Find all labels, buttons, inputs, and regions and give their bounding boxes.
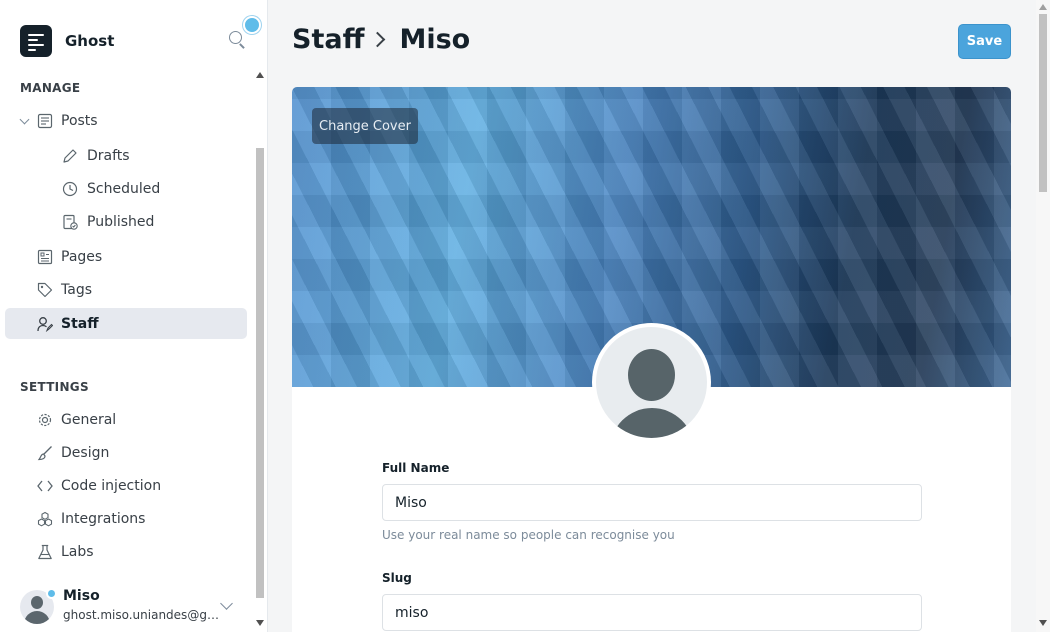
user-name: Miso [63, 588, 100, 604]
breadcrumb-current: Miso [399, 24, 471, 55]
sidebar-item-tags[interactable]: Tags [5, 274, 247, 305]
chevron-right-icon [370, 31, 386, 48]
sidebar-item-integrations[interactable]: Integrations [5, 503, 247, 534]
scroll-down-arrow-icon[interactable] [1039, 620, 1047, 626]
sidebar-item-pages[interactable]: Pages [5, 241, 247, 272]
sidebar-item-label: Design [61, 444, 110, 461]
profile-avatar[interactable] [592, 323, 711, 442]
page-title: Staff Miso [292, 24, 470, 55]
integrations-icon [37, 511, 53, 527]
change-cover-button[interactable]: Change Cover [312, 108, 418, 144]
sidebar-item-label: Code injection [61, 477, 162, 494]
pages-icon [37, 249, 53, 265]
sidebar-item-staff[interactable]: Staff [5, 308, 247, 339]
slug-label: Slug [382, 571, 412, 585]
full-name-label: Full Name [382, 461, 450, 475]
tag-icon [37, 282, 53, 298]
scroll-up-arrow-icon[interactable] [1039, 4, 1047, 10]
full-name-input[interactable] [382, 484, 922, 521]
settings-heading: SETTINGS [20, 380, 89, 394]
sidebar: Ghost MANAGE Posts Drafts Scheduled Publ… [0, 0, 268, 632]
chevron-down-icon[interactable] [19, 114, 30, 125]
app-name: Ghost [65, 32, 115, 50]
gear-icon [38, 413, 52, 427]
notification-badge[interactable] [243, 16, 261, 34]
user-status-badge [46, 588, 57, 599]
sidebar-scrollbar[interactable] [254, 68, 266, 632]
clock-icon [62, 181, 78, 197]
posts-icon [37, 113, 53, 129]
staff-icon [37, 317, 53, 332]
sidebar-item-label: Tags [61, 281, 92, 298]
sidebar-item-scheduled[interactable]: Scheduled [5, 173, 247, 204]
pencil-icon [63, 149, 77, 163]
main-content: Staff Miso Save Change Cover Full Name U… [268, 0, 1036, 632]
sidebar-item-label: Labs [61, 543, 94, 560]
scrollbar-thumb[interactable] [256, 148, 264, 598]
breadcrumb-parent[interactable]: Staff [292, 24, 364, 55]
brand[interactable]: Ghost [20, 24, 114, 58]
scroll-up-arrow-icon[interactable] [256, 72, 264, 78]
sidebar-item-labs[interactable]: Labs [5, 536, 247, 567]
sidebar-item-code-injection[interactable]: Code injection [5, 470, 247, 501]
sidebar-item-label: Scheduled [87, 180, 161, 197]
main-scrollbar[interactable] [1036, 0, 1050, 632]
ghost-logo-icon [20, 25, 52, 57]
sidebar-item-label: Pages [61, 248, 103, 265]
published-icon [63, 214, 78, 230]
save-button[interactable]: Save [958, 24, 1011, 59]
sidebar-item-published[interactable]: Published [5, 206, 247, 237]
search-icon[interactable] [229, 31, 247, 49]
sidebar-item-posts[interactable]: Posts [5, 105, 247, 136]
user-menu[interactable]: Miso ghost.miso.uniandes@gmail.com [20, 587, 250, 627]
chevron-down-icon[interactable] [220, 597, 233, 610]
sidebar-item-label: Integrations [61, 510, 146, 527]
sidebar-item-general[interactable]: General [5, 404, 247, 435]
sidebar-item-label: General [61, 411, 117, 428]
flask-icon [38, 544, 52, 560]
sidebar-item-label: Drafts [87, 147, 130, 164]
user-email: ghost.miso.uniandes@gmail.com [63, 608, 219, 622]
slug-input[interactable] [382, 594, 922, 631]
brush-icon [37, 446, 52, 461]
profile-card: Change Cover Full Name Use your real nam… [292, 87, 1011, 632]
full-name-hint: Use your real name so people can recogni… [382, 528, 675, 542]
manage-heading: MANAGE [20, 81, 81, 95]
code-icon [37, 480, 53, 492]
sidebar-item-label: Staff [61, 315, 99, 332]
sidebar-item-label: Published [87, 213, 155, 230]
sidebar-item-design[interactable]: Design [5, 437, 247, 468]
scrollbar-thumb[interactable] [1039, 14, 1047, 192]
sidebar-item-label: Posts [61, 112, 98, 129]
scroll-down-arrow-icon[interactable] [256, 620, 264, 626]
sidebar-item-drafts[interactable]: Drafts [5, 140, 247, 171]
